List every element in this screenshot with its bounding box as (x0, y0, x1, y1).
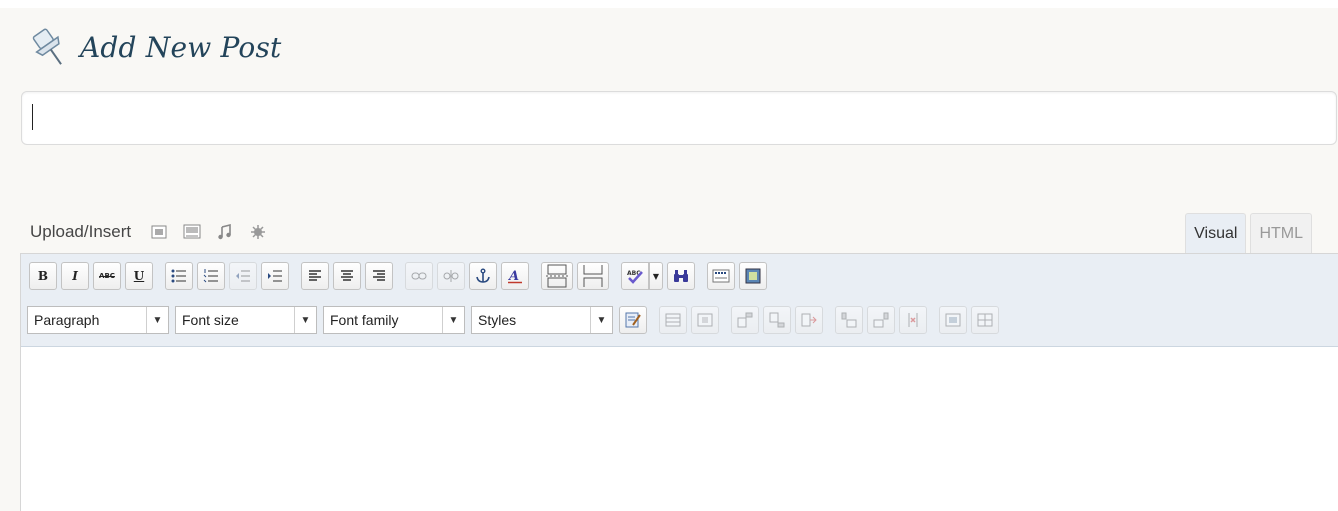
unlink-icon (443, 270, 459, 282)
strikethrough-button[interactable]: ABC (93, 262, 121, 290)
toolbar-row-1: B I ABC U A ABC ▼ (21, 254, 1338, 298)
italic-label: I (72, 269, 78, 283)
indent-button[interactable] (261, 262, 289, 290)
merge-cells-icon (945, 313, 961, 327)
page-title: Add New Post (80, 30, 282, 64)
pushpin-icon (32, 28, 62, 65)
cell-icon (697, 313, 713, 327)
chevron-down-icon: ▼ (294, 307, 316, 333)
text-color-button[interactable]: A (501, 262, 529, 290)
post-title-input[interactable] (21, 91, 1337, 145)
bold-button[interactable]: B (29, 262, 57, 290)
split-cells-icon (977, 313, 993, 327)
outdent-button[interactable] (229, 262, 257, 290)
font-family-select[interactable]: Font family ▼ (323, 306, 465, 334)
binoculars-icon (674, 270, 688, 282)
numbered-list-button[interactable] (197, 262, 225, 290)
image-icon[interactable] (149, 222, 169, 242)
outdent-icon (236, 270, 250, 282)
styles-select-value: Styles (478, 312, 517, 328)
delete-row-icon (801, 313, 817, 327)
insert-media-button[interactable] (739, 262, 767, 290)
font-size-select-value: Font size (182, 312, 239, 328)
bold-label: B (37, 269, 49, 283)
align-left-icon (309, 270, 321, 281)
text-caret (32, 104, 33, 130)
audio-icon[interactable] (215, 222, 235, 242)
anchor-icon (476, 268, 490, 283)
upload-insert-label: Upload/Insert (30, 222, 132, 241)
chevron-down-icon: ▼ (442, 307, 464, 333)
delete-col-icon (908, 313, 918, 327)
chevron-down-icon: ▼ (652, 271, 660, 281)
paste-word-button[interactable] (619, 306, 647, 334)
align-center-icon (341, 270, 353, 281)
underline-button[interactable]: U (125, 262, 153, 290)
media-buttons: Upload/Insert (30, 220, 281, 244)
cell-button[interactable] (691, 306, 719, 334)
insert-col-before-button[interactable] (835, 306, 863, 334)
page-heading: Add New Post (24, 22, 282, 72)
insert-row-before-icon (737, 312, 753, 328)
table-button[interactable] (659, 306, 687, 334)
format-select[interactable]: Paragraph ▼ (27, 306, 169, 334)
editor-content-area[interactable] (21, 347, 1338, 511)
bulleted-list-button[interactable] (165, 262, 193, 290)
page-break-icon (546, 264, 568, 288)
insert-row-after-icon (769, 312, 785, 328)
spellcheck-button[interactable]: ABC (621, 262, 649, 290)
styles-select[interactable]: Styles ▼ (471, 306, 613, 334)
insert-row-before-button[interactable] (731, 306, 759, 334)
kitchen-sink-icon (712, 269, 730, 283)
editor-tabs: Visual HTML (1185, 213, 1312, 253)
font-family-select-value: Font family (330, 312, 399, 328)
editor-toolbar: B I ABC U A ABC ▼ Paragraph ▼ Font size … (21, 254, 1338, 347)
insert-row-after-button[interactable] (763, 306, 791, 334)
post-editor: B I ABC U A ABC ▼ Paragraph ▼ Font size … (20, 253, 1338, 511)
font-size-select[interactable]: Font size ▼ (175, 306, 317, 334)
align-right-button[interactable] (365, 262, 393, 290)
video-icon[interactable] (182, 222, 202, 242)
tab-visual[interactable]: Visual (1185, 213, 1247, 253)
top-strip (0, 0, 1338, 8)
spellcheck-icon: ABC (627, 270, 643, 284)
spellcheck-dropdown-button[interactable]: ▼ (649, 262, 663, 290)
toolbar-row-2: Paragraph ▼ Font size ▼ Font family ▼ St… (21, 298, 1338, 342)
page-break-button[interactable] (541, 262, 573, 290)
more-break-button[interactable] (577, 262, 609, 290)
merge-cells-button[interactable] (939, 306, 967, 334)
insert-media-icon (745, 268, 761, 284)
kitchen-sink-button[interactable] (707, 262, 735, 290)
align-left-button[interactable] (301, 262, 329, 290)
insert-col-after-icon (873, 312, 889, 328)
link-button[interactable] (405, 262, 433, 290)
more-break-icon (583, 265, 603, 287)
align-right-icon (373, 270, 385, 281)
numbered-list-icon (203, 269, 218, 283)
chevron-down-icon: ▼ (590, 307, 612, 333)
table-icon (665, 313, 681, 327)
split-cells-button[interactable] (971, 306, 999, 334)
underline-label: U (133, 269, 145, 283)
unlink-button[interactable] (437, 262, 465, 290)
italic-button[interactable]: I (61, 262, 89, 290)
tab-html[interactable]: HTML (1250, 213, 1312, 253)
insert-col-before-icon (841, 312, 857, 328)
paste-word-icon (625, 312, 641, 328)
strikethrough-label: ABC (99, 272, 115, 280)
indent-icon (268, 270, 282, 282)
delete-col-button[interactable] (899, 306, 927, 334)
format-select-value: Paragraph (34, 312, 100, 328)
insert-col-after-button[interactable] (867, 306, 895, 334)
text-color-icon: A (507, 269, 522, 284)
chevron-down-icon: ▼ (146, 307, 168, 333)
bulleted-list-icon (171, 269, 186, 283)
anchor-button[interactable] (469, 262, 497, 290)
find-button[interactable] (667, 262, 695, 290)
link-icon (411, 272, 427, 280)
align-center-button[interactable] (333, 262, 361, 290)
delete-row-button[interactable] (795, 306, 823, 334)
media-icon[interactable] (248, 222, 268, 242)
